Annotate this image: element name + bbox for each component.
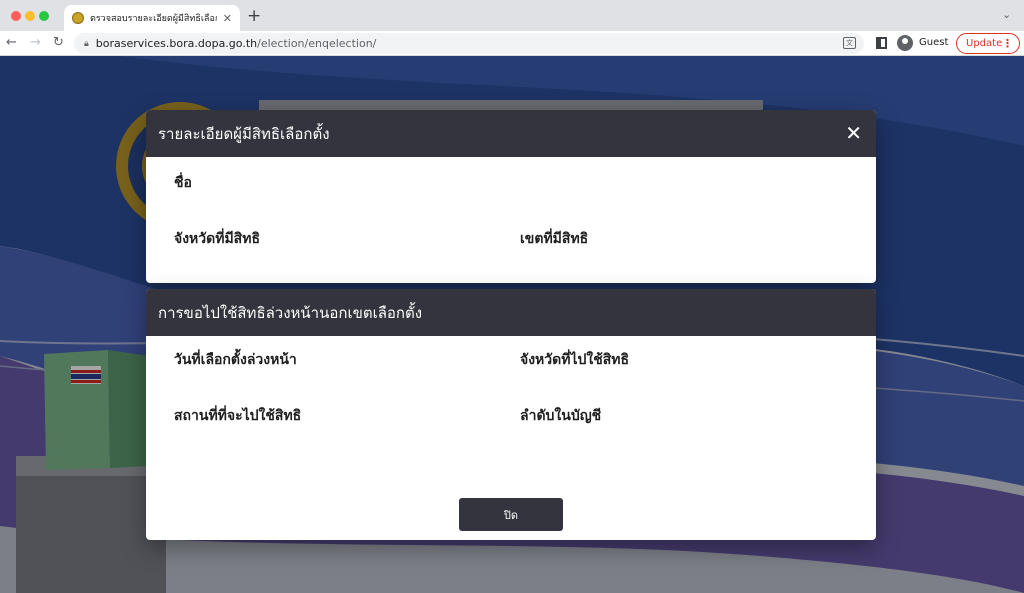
tab-title: ตรวจสอบรายละเอียดผู้มีสิทธิเลือกตั้ง [90, 14, 217, 24]
polling-place-label: สถานที่ที่จะไปใช้สิทธิ [174, 407, 302, 423]
browser-tab-active[interactable]: ตรวจสอบรายละเอียดผู้มีสิทธิเลือกตั้ง ✕ [64, 5, 240, 31]
window-maximize-button[interactable] [39, 11, 49, 21]
tab-search-chevron-icon[interactable]: ⌄ [1002, 8, 1011, 21]
close-button[interactable]: ปิด [459, 498, 563, 531]
browser-tab-bar: ตรวจสอบรายละเอียดผู้มีสิทธิเลือกตั้ง ✕ +… [0, 0, 1024, 31]
site-emblem-icon [72, 12, 84, 24]
name-label: ชื่อ [174, 174, 192, 190]
advance-date-label: วันที่เลือกตั้งล่วงหน้า [174, 351, 297, 367]
voter-details-modal: รายละเอียดผู้มีสิทธิเลือกตั้ง ✕ ชื่อ จัง… [146, 110, 876, 283]
eligible-province-label: จังหวัดที่มีสิทธิ [174, 230, 260, 246]
advance-voting-header: การขอไปใช้สิทธิล่วงหน้านอกเขตเลือกตั้ง [146, 289, 876, 336]
forward-arrow-icon[interactable]: → [30, 35, 41, 50]
eligible-district-label: เขตที่มีสิทธิ [520, 230, 589, 246]
tab-close-icon[interactable]: ✕ [223, 12, 232, 25]
update-label: Update [966, 38, 1003, 49]
advance-voting-title: การขอไปใช้สิทธิล่วงหน้านอกเขตเลือกตั้ง [158, 304, 423, 322]
new-tab-plus-icon[interactable]: + [247, 6, 261, 26]
browser-toolbar: ← → ↻ 🔒︎ boraservices.bora.dopa.go.th/el… [0, 31, 1024, 56]
more-menu-icon[interactable]: ⋮ [1002, 37, 1013, 50]
close-icon[interactable]: ✕ [845, 122, 862, 144]
update-button[interactable]: Update ⋮ [956, 33, 1020, 54]
advance-voting-modal: การขอไปใช้สิทธิล่วงหน้านอกเขตเลือกตั้ง ว… [146, 289, 876, 540]
profile-name[interactable]: Guest [919, 37, 948, 48]
voter-details-title: รายละเอียดผู้มีสิทธิเลือกตั้ง [158, 125, 330, 143]
lock-icon[interactable]: 🔒︎ [84, 39, 89, 49]
translate-icon[interactable]: 文 [843, 37, 856, 49]
profile-avatar-icon[interactable] [897, 35, 913, 51]
address-bar[interactable]: 🔒︎ boraservices.bora.dopa.go.th/election… [74, 33, 864, 54]
back-arrow-icon[interactable]: ← [6, 35, 17, 50]
reload-icon[interactable]: ↻ [53, 35, 64, 50]
vote-province-label: จังหวัดที่ไปใช้สิทธิ [520, 351, 630, 367]
window-close-button[interactable] [11, 11, 21, 21]
url-path: /election/enqelection/ [257, 37, 377, 50]
voter-details-header: รายละเอียดผู้มีสิทธิเลือกตั้ง ✕ [146, 110, 876, 157]
window-minimize-button[interactable] [25, 11, 35, 21]
side-panel-icon[interactable] [876, 37, 887, 49]
url-host: boraservices.bora.dopa.go.th [95, 37, 258, 50]
list-order-label: ลำดับในบัญชี [520, 407, 602, 423]
